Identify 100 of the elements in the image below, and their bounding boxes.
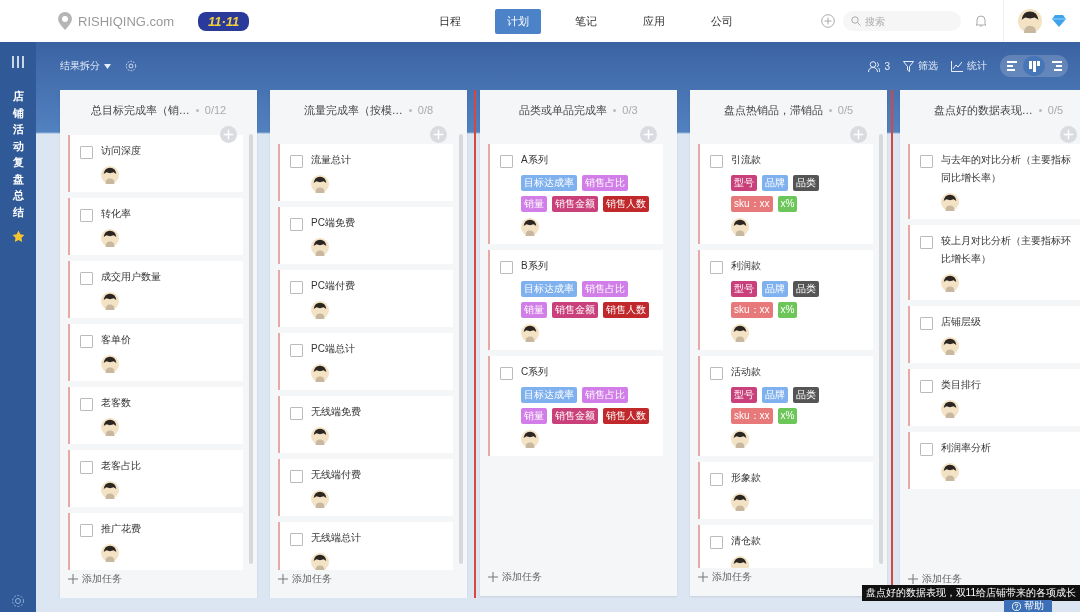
task-card[interactable]: 转化率 [68,198,243,255]
checkbox[interactable] [80,209,93,222]
task-card[interactable]: 流量总计 [278,144,453,201]
checkbox[interactable] [710,473,723,486]
checkbox[interactable] [80,524,93,537]
task-title: 推广花费 [101,522,141,536]
checkbox[interactable] [500,155,513,168]
task-card[interactable]: 引流款 型号 品牌 品类 sku：xx x% [698,144,873,244]
add-task-button[interactable]: 添加任务 [278,572,332,586]
task-card[interactable]: 老客数 [68,387,243,444]
view-toggle[interactable] [1023,56,1045,76]
add-task-button[interactable]: 添加任务 [488,570,542,584]
checkbox[interactable] [710,536,723,549]
checkbox[interactable] [290,155,303,168]
checkbox[interactable] [920,317,933,330]
checkbox[interactable] [80,272,93,285]
task-title: 较上月对比分析（主要指标环比增长率） [941,234,1072,266]
task-card[interactable]: PC端免费 [278,207,453,264]
task-card[interactable]: 成交用户数量 [68,261,243,318]
add-task-button[interactable]: 添加任务 [698,570,752,584]
task-card[interactable]: 利润率分析 [908,432,1080,489]
task-card[interactable]: 无线端免费 [278,396,453,453]
settings-icon[interactable] [11,594,25,608]
checkbox[interactable] [290,218,303,231]
avatar-icon [101,166,119,184]
checkbox[interactable] [920,155,933,168]
task-title: 形象款 [731,471,761,485]
task-card[interactable]: 较上月对比分析（主要指标环比增长率） [908,225,1080,300]
star-icon[interactable] [11,230,25,243]
task-card[interactable]: 形象款 [698,462,873,519]
checkbox[interactable] [80,335,93,348]
diamond-icon[interactable] [1052,15,1066,27]
task-card[interactable]: 推广花费 [68,513,243,570]
search-field[interactable]: 搜索 [843,11,961,31]
add-icon[interactable] [220,126,237,143]
menu-icon[interactable] [12,56,24,68]
checkbox[interactable] [290,407,303,420]
task-card[interactable]: 店铺层级 [908,306,1080,363]
tag: sku：xx [731,196,773,212]
add-icon[interactable] [640,126,657,143]
checkbox[interactable] [80,461,93,474]
filter-button[interactable]: 筛选 [903,59,938,73]
nav-tab[interactable]: 笔记 [563,8,610,34]
avatar-icon [941,400,959,418]
tag: 型号 [731,175,757,191]
task-card[interactable]: 无线端总计 [278,522,453,570]
task-title: 转化率 [101,207,131,221]
checkbox[interactable] [710,155,723,168]
checkbox[interactable] [290,470,303,483]
tag: 销售人数 [603,408,649,424]
task-card[interactable]: 清仓款 [698,525,873,568]
checkbox[interactable] [290,344,303,357]
project-title: 店铺活动复盘总结 [12,89,24,220]
task-count: 0/12 [204,104,227,116]
task-card[interactable]: 与去年的对比分析（主要指标同比增长率） [908,144,1080,219]
task-card[interactable]: 老客占比 [68,450,243,507]
checkbox[interactable] [80,146,93,159]
add-icon[interactable] [1060,126,1077,143]
help-button[interactable]: 帮助 [1004,600,1052,612]
add-task-button[interactable]: 添加任务 [908,572,962,586]
add-icon[interactable] [821,14,835,28]
checkbox[interactable] [920,443,933,456]
members-button[interactable]: 3 [868,60,890,72]
add-task-button[interactable]: 添加任务 [68,572,122,586]
checkbox[interactable] [710,367,723,380]
task-card[interactable]: PC端付费 [278,270,453,327]
task-card[interactable]: PC端总计 [278,333,453,390]
stats-button[interactable]: 统计 [951,59,987,73]
task-card[interactable]: 类目排行 [908,369,1080,426]
bell-icon[interactable] [975,14,987,28]
plus-icon [488,572,498,582]
checkbox[interactable] [290,533,303,546]
avatar-icon [521,324,539,342]
task-title: 无线端总计 [311,531,361,545]
chart-icon [951,60,963,72]
nav-tab[interactable]: 公司 [699,8,746,34]
checkbox[interactable] [500,261,513,274]
task-card[interactable]: C系列 目标达成率 销售占比 销量 销售金额 销售人数 [488,356,663,456]
checkbox[interactable] [290,281,303,294]
nav-tab[interactable]: 计划 [495,8,542,34]
task-title: 利润率分析 [941,441,991,455]
task-card[interactable]: 无线端付费 [278,459,453,516]
task-card[interactable]: A系列 目标达成率 销售占比 销量 销售金额 销售人数 [488,144,663,244]
checkbox[interactable] [80,398,93,411]
avatar-icon [521,430,539,448]
nav-tab[interactable]: 应用 [631,8,678,34]
tag: x% [777,302,798,318]
checkbox[interactable] [920,236,933,249]
task-card[interactable]: 访问深度 [68,135,243,192]
task-card[interactable]: 活动款 型号 品牌 品类 sku：xx x% [698,356,873,456]
task-card[interactable]: 利润款 型号 品牌 品类 sku：xx x% [698,250,873,350]
task-card[interactable]: 客单价 [68,324,243,381]
view-dropdown[interactable]: 结果拆分 [60,59,111,73]
checkbox[interactable] [920,380,933,393]
checkbox[interactable] [710,261,723,274]
nav-tab[interactable]: 日程 [427,8,474,34]
add-icon[interactable] [430,126,447,143]
add-icon[interactable] [850,126,867,143]
task-card[interactable]: B系列 目标达成率 销售占比 销量 销售金额 销售人数 [488,250,663,350]
checkbox[interactable] [500,367,513,380]
